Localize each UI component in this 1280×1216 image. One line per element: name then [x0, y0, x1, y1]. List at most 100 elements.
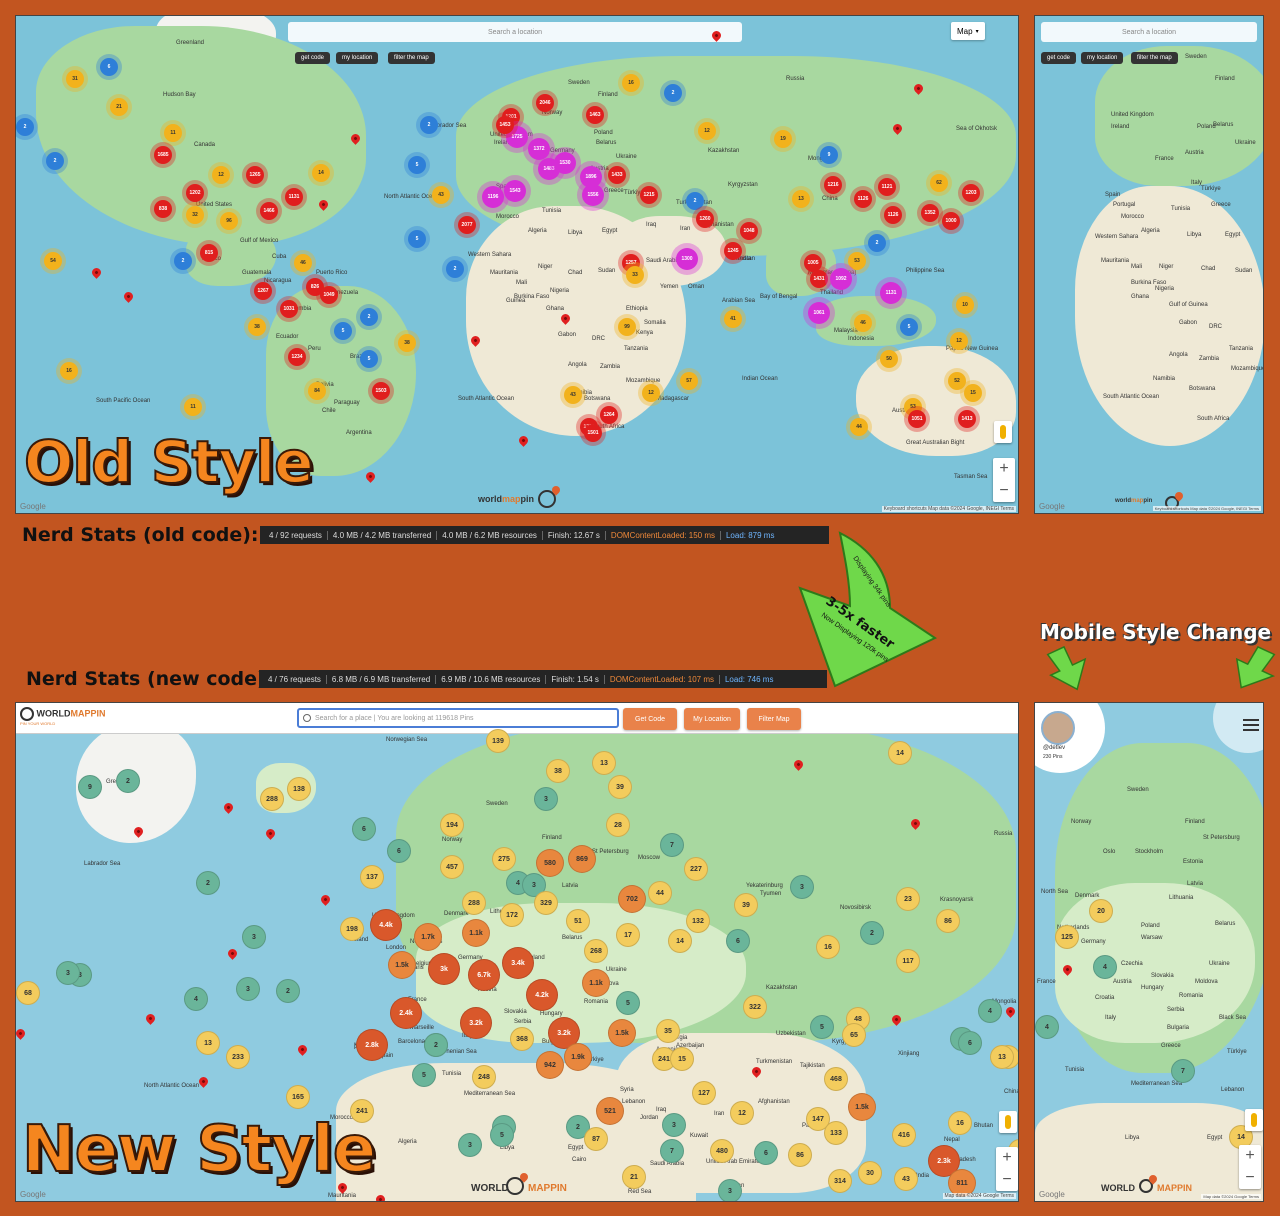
- pin-cluster[interactable]: 1267: [254, 282, 272, 300]
- pin-cluster[interactable]: 1031: [280, 300, 298, 318]
- pin-cluster[interactable]: 1131: [285, 188, 303, 206]
- pin-cluster[interactable]: 5: [490, 1123, 514, 1147]
- pin-cluster[interactable]: 133: [824, 1121, 848, 1145]
- pin-cluster[interactable]: 1051: [908, 410, 926, 428]
- pin-cluster[interactable]: 46: [854, 314, 872, 332]
- pin-cluster[interactable]: 4: [1093, 955, 1117, 979]
- pegman-icon[interactable]: [994, 421, 1012, 443]
- pin-cluster[interactable]: 368: [510, 1027, 534, 1051]
- pin-cluster[interactable]: 21: [622, 1165, 646, 1189]
- pin-cluster[interactable]: 31: [66, 70, 84, 88]
- filter-map-button[interactable]: filter the map: [1131, 52, 1178, 64]
- map-pin[interactable]: [122, 290, 135, 303]
- pin-cluster[interactable]: 125: [1055, 925, 1079, 949]
- pin-cluster[interactable]: 14: [312, 164, 330, 182]
- pin-cluster[interactable]: 68: [16, 981, 40, 1005]
- pin-cluster[interactable]: 32: [186, 206, 204, 224]
- pin-cluster[interactable]: 13: [990, 1045, 1014, 1069]
- pin-cluster[interactable]: 3.2k: [460, 1007, 492, 1039]
- pin-cluster[interactable]: 1126: [884, 206, 902, 224]
- pin-cluster[interactable]: 1431: [810, 270, 828, 288]
- pin-cluster[interactable]: 314: [828, 1169, 852, 1193]
- pin-cluster[interactable]: 38: [248, 318, 266, 336]
- pin-cluster[interactable]: 869: [568, 845, 596, 873]
- pin-cluster[interactable]: 1.9k: [564, 1043, 592, 1071]
- pin-cluster[interactable]: 5: [408, 230, 426, 248]
- pin-cluster[interactable]: 1372: [528, 138, 550, 160]
- pin-cluster[interactable]: 2: [174, 252, 192, 270]
- pin-cluster[interactable]: 1.1k: [462, 919, 490, 947]
- pin-cluster[interactable]: 248: [472, 1065, 496, 1089]
- map-pin[interactable]: [16, 1027, 27, 1040]
- map-pin[interactable]: [144, 1012, 157, 1025]
- zoom-in-button[interactable]: +: [996, 1147, 1018, 1169]
- profile-panel[interactable]: @detlev 230 Pins: [1035, 703, 1105, 773]
- pin-cluster[interactable]: 1121: [878, 178, 896, 196]
- pin-cluster[interactable]: 16: [948, 1111, 972, 1135]
- map-pin[interactable]: [222, 801, 235, 814]
- pin-cluster[interactable]: 5: [616, 991, 640, 1015]
- pin-cluster[interactable]: 172: [500, 903, 524, 927]
- pin-cluster[interactable]: 6: [352, 817, 376, 841]
- pin-cluster[interactable]: 15: [670, 1047, 694, 1071]
- pin-cluster[interactable]: 9: [78, 775, 102, 799]
- pin-cluster[interactable]: 117: [896, 949, 920, 973]
- pin-cluster[interactable]: 5: [412, 1063, 436, 1087]
- pin-cluster[interactable]: 1048: [740, 222, 758, 240]
- pin-cluster[interactable]: 227: [684, 857, 708, 881]
- zoom-out-button[interactable]: −: [1239, 1167, 1261, 1189]
- pin-cluster[interactable]: 43: [564, 386, 582, 404]
- pin-cluster[interactable]: 322: [743, 995, 767, 1019]
- pin-cluster[interactable]: 288: [462, 891, 486, 915]
- pin-cluster[interactable]: 1202: [186, 184, 204, 202]
- pin-cluster[interactable]: 288: [260, 787, 284, 811]
- map-pin[interactable]: [1004, 1005, 1017, 1018]
- pin-cluster[interactable]: 838: [154, 200, 172, 218]
- map-attribution[interactable]: Keyboard shortcuts Map data ©2024 Google…: [881, 506, 1016, 512]
- pin-cluster[interactable]: 268: [584, 939, 608, 963]
- pin-cluster[interactable]: 198: [340, 917, 364, 941]
- pin-cluster[interactable]: 65: [842, 1023, 866, 1047]
- map-pin[interactable]: [197, 1075, 210, 1088]
- pin-cluster[interactable]: 43: [432, 186, 450, 204]
- pin-cluster[interactable]: 13: [196, 1031, 220, 1055]
- pin-cluster[interactable]: 468: [824, 1067, 848, 1091]
- pin-cluster[interactable]: 6: [754, 1141, 778, 1165]
- pin-cluster[interactable]: 165: [286, 1085, 310, 1109]
- map-pin[interactable]: [319, 893, 332, 906]
- pin-cluster[interactable]: 1352: [921, 204, 939, 222]
- pin-cluster[interactable]: 84: [308, 382, 326, 400]
- pin-cluster[interactable]: 1215: [640, 186, 658, 204]
- pin-cluster[interactable]: 62: [930, 174, 948, 192]
- pin-cluster[interactable]: 20: [1089, 899, 1113, 923]
- pin-cluster[interactable]: 2: [424, 1033, 448, 1057]
- pin-cluster[interactable]: 1265: [246, 166, 264, 184]
- pin-cluster[interactable]: 457: [440, 855, 464, 879]
- pin-cluster[interactable]: 138: [287, 777, 311, 801]
- search-input[interactable]: Search a location: [288, 22, 742, 42]
- map-pin[interactable]: [90, 266, 103, 279]
- pin-cluster[interactable]: 87: [584, 1127, 608, 1151]
- pin-cluster[interactable]: 2: [116, 769, 140, 793]
- pin-cluster[interactable]: 6.7k: [468, 959, 500, 991]
- pin-cluster[interactable]: 702: [618, 885, 646, 913]
- pin-cluster[interactable]: 38: [398, 334, 416, 352]
- pin-cluster[interactable]: 1061: [808, 302, 830, 324]
- pin-cluster[interactable]: 942: [536, 1051, 564, 1079]
- pin-cluster[interactable]: 10: [956, 296, 974, 314]
- pin-cluster[interactable]: 39: [608, 775, 632, 799]
- pin-cluster[interactable]: 1556: [582, 184, 604, 206]
- pin-cluster[interactable]: 12: [730, 1101, 754, 1125]
- pin-cluster[interactable]: 12: [642, 384, 660, 402]
- worldmappin-logo[interactable]: WORLDMAPPIN PIN YOUR WORLD: [20, 707, 106, 726]
- my-location-button[interactable]: My Location: [684, 708, 740, 730]
- old-style-mobile-map[interactable]: Search a location get code my location f…: [1034, 15, 1264, 514]
- pegman-icon[interactable]: [1245, 1109, 1263, 1131]
- pin-cluster[interactable]: 1.5k: [388, 951, 416, 979]
- pin-cluster[interactable]: 3: [56, 961, 80, 985]
- pin-cluster[interactable]: 11: [164, 124, 182, 142]
- pin-cluster[interactable]: 1466: [260, 202, 278, 220]
- zoom-control[interactable]: + −: [996, 1147, 1018, 1191]
- pin-cluster[interactable]: 86: [788, 1143, 812, 1167]
- pin-cluster[interactable]: 7: [660, 1139, 684, 1163]
